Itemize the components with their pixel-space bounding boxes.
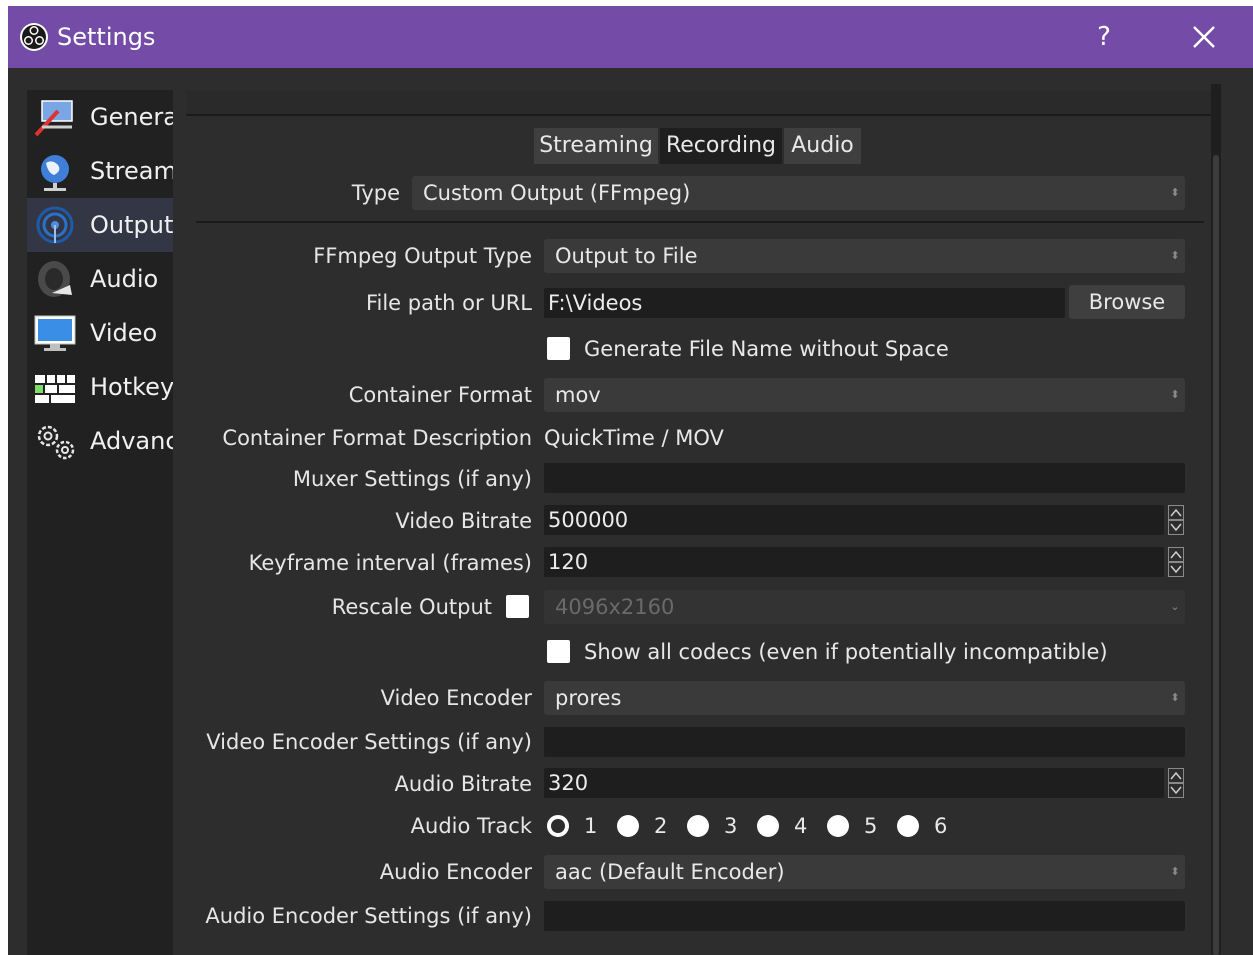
audio-track-option-label: 4 bbox=[794, 814, 808, 838]
audio-bitrate-label: Audio Bitrate bbox=[394, 772, 533, 796]
browse-button[interactable]: Browse bbox=[1069, 285, 1185, 319]
output-signal-icon bbox=[36, 206, 74, 244]
keyboard-icon bbox=[35, 375, 75, 403]
container-format-label: Container Format bbox=[348, 383, 532, 407]
video-encoder-settings-label: Video Encoder Settings (if any) bbox=[206, 730, 532, 754]
sidebar-item-label: Audio bbox=[90, 265, 159, 293]
file-path-input[interactable]: F:\Videos bbox=[544, 288, 1065, 318]
title-bar[interactable]: Settings ? bbox=[8, 6, 1253, 68]
divider bbox=[196, 221, 1204, 223]
video-encoder-settings-input[interactable] bbox=[544, 727, 1185, 757]
audio-encoder-label: Audio Encoder bbox=[379, 860, 532, 884]
ffmpeg-output-type-select[interactable]: Output to File ⬍ bbox=[544, 239, 1185, 273]
audio-track-label: Audio Track bbox=[410, 814, 532, 838]
updown-arrows-icon: ⬍ bbox=[1170, 388, 1180, 401]
ffmpeg-output-type-value: Output to File bbox=[555, 244, 698, 268]
audio-bitrate-value: 320 bbox=[548, 771, 589, 795]
container-format-value: mov bbox=[555, 383, 601, 407]
audio-encoder-value: aac (Default Encoder) bbox=[555, 860, 785, 884]
audio-encoder-settings-label: Audio Encoder Settings (if any) bbox=[205, 904, 532, 928]
sidebar-item-general[interactable]: General bbox=[27, 90, 173, 144]
ffmpeg-output-type-label: FFmpeg Output Type bbox=[313, 244, 532, 268]
muxer-settings-input[interactable] bbox=[544, 463, 1185, 493]
keyframe-interval-value: 120 bbox=[548, 550, 589, 574]
sidebar-item-label: General bbox=[90, 103, 173, 131]
video-bitrate-label: Video Bitrate bbox=[395, 509, 532, 533]
audio-track-radio-1[interactable] bbox=[547, 815, 569, 837]
spin-buttons-icon[interactable] bbox=[1168, 505, 1184, 535]
rescale-output-checkbox[interactable] bbox=[506, 595, 529, 618]
spin-buttons-icon[interactable] bbox=[1168, 768, 1184, 798]
sidebar-item-advanced[interactable]: Advanced bbox=[27, 414, 173, 468]
type-label: Type bbox=[351, 181, 400, 205]
monitor-icon bbox=[34, 315, 76, 351]
container-format-select[interactable]: mov ⬍ bbox=[544, 378, 1185, 412]
general-icon bbox=[34, 100, 73, 137]
scrollbar-thumb[interactable] bbox=[1213, 155, 1219, 955]
video-encoder-value: prores bbox=[555, 686, 622, 710]
audio-track-radio-6[interactable] bbox=[897, 815, 919, 837]
tab-streaming[interactable]: Streaming bbox=[534, 128, 658, 164]
type-select[interactable]: Custom Output (FFmpeg) ⬍ bbox=[412, 176, 1185, 210]
sidebar-item-label: Hotkeys bbox=[90, 373, 173, 401]
sidebar-item-hotkeys[interactable]: Hotkeys bbox=[27, 360, 173, 414]
updown-arrows-icon: ⬍ bbox=[1170, 249, 1180, 262]
audio-track-option-label: 3 bbox=[724, 814, 738, 838]
keyframe-interval-input[interactable]: 120 bbox=[544, 547, 1164, 577]
sidebar-item-video[interactable]: Video bbox=[27, 306, 173, 360]
gears-icon bbox=[37, 425, 75, 460]
speaker-icon bbox=[38, 261, 72, 297]
type-select-value: Custom Output (FFmpeg) bbox=[423, 181, 691, 205]
sidebar-item-stream[interactable]: Stream bbox=[27, 144, 173, 198]
show-all-codecs-label: Show all codecs (even if potentially inc… bbox=[584, 640, 1108, 664]
audio-encoder-select[interactable]: aac (Default Encoder) ⬍ bbox=[544, 855, 1185, 889]
container-desc-value: QuickTime / MOV bbox=[544, 426, 724, 450]
video-encoder-label: Video Encoder bbox=[380, 686, 532, 710]
settings-sidebar: General Stream Output Audio bbox=[27, 90, 173, 955]
tab-recording[interactable]: Recording bbox=[660, 128, 782, 164]
audio-track-radio-2[interactable] bbox=[617, 815, 639, 837]
close-icon[interactable] bbox=[1186, 19, 1222, 55]
rescale-output-value: 4096x2160 bbox=[555, 595, 675, 619]
generate-name-label: Generate File Name without Space bbox=[584, 337, 949, 361]
rescale-output-label: Rescale Output bbox=[331, 595, 492, 619]
audio-encoder-settings-input[interactable] bbox=[544, 901, 1185, 931]
video-encoder-select[interactable]: prores ⬍ bbox=[544, 681, 1185, 715]
sidebar-item-label: Advanced bbox=[90, 427, 173, 455]
updown-arrows-icon: ⬍ bbox=[1170, 186, 1180, 199]
help-button[interactable]: ? bbox=[1089, 19, 1119, 55]
sidebar-item-output[interactable]: Output bbox=[27, 198, 173, 252]
show-all-codecs-checkbox[interactable] bbox=[547, 640, 570, 663]
file-path-value: F:\Videos bbox=[548, 291, 643, 315]
audio-track-radio-3[interactable] bbox=[687, 815, 709, 837]
audio-bitrate-input[interactable]: 320 bbox=[544, 768, 1164, 798]
audio-track-option-label: 2 bbox=[654, 814, 668, 838]
muxer-settings-label: Muxer Settings (if any) bbox=[292, 467, 532, 491]
generate-name-checkbox[interactable] bbox=[547, 337, 570, 360]
rescale-output-select: 4096x2160 ⌄ bbox=[544, 590, 1185, 624]
chevron-down-icon: ⌄ bbox=[1170, 600, 1180, 613]
container-desc-label: Container Format Description bbox=[222, 426, 532, 450]
audio-track-radio-4[interactable] bbox=[757, 815, 779, 837]
window-title: Settings bbox=[57, 23, 156, 51]
stream-globe-icon bbox=[41, 155, 69, 191]
sidebar-item-label: Stream bbox=[90, 157, 173, 185]
updown-arrows-icon: ⬍ bbox=[1170, 865, 1180, 878]
audio-track-option-label: 1 bbox=[584, 814, 598, 838]
audio-track-option-label: 5 bbox=[864, 814, 878, 838]
sidebar-item-label: Video bbox=[90, 319, 158, 347]
sidebar-item-label: Output bbox=[90, 211, 173, 239]
audio-track-option-label: 6 bbox=[934, 814, 948, 838]
obs-logo-icon bbox=[20, 23, 48, 51]
tab-audio[interactable]: Audio bbox=[784, 128, 861, 164]
keyframe-interval-label: Keyframe interval (frames) bbox=[248, 551, 532, 575]
sidebar-item-audio[interactable]: Audio bbox=[27, 252, 173, 306]
updown-arrows-icon: ⬍ bbox=[1170, 691, 1180, 704]
video-bitrate-value: 500000 bbox=[548, 508, 629, 532]
content-top-strip bbox=[186, 90, 1214, 116]
file-path-label: File path or URL bbox=[365, 291, 532, 315]
audio-track-radio-5[interactable] bbox=[827, 815, 849, 837]
video-bitrate-input[interactable]: 500000 bbox=[544, 505, 1164, 535]
spin-buttons-icon[interactable] bbox=[1168, 547, 1184, 577]
